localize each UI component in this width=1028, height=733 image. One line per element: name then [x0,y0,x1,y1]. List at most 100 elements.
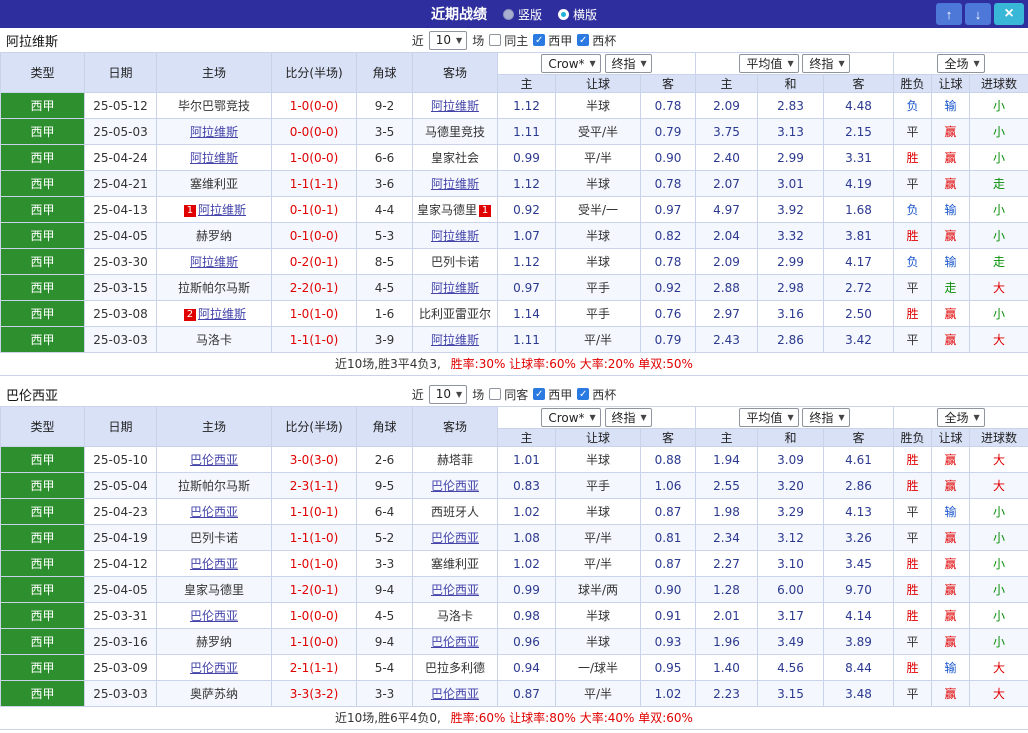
table-row: 西甲 25-04-21 塞维利亚 1-1(1-1) 3-6 阿拉维斯 1.12 半球 0.78 2… [0,170,1028,197]
home-team-link[interactable]: 阿拉维斯 [190,151,238,165]
chevron-down-icon: ▼ [456,35,463,45]
asia-away-odds-cell: 0.91 [640,602,696,629]
europe-home-odds-cell: 1.96 [695,628,758,655]
match-date-cell: 25-04-21 [84,170,157,197]
home-team-cell: 阿拉维斯 [156,248,272,275]
home-team-link: 拉斯帕尔马斯 [177,479,250,493]
close-button[interactable]: × [994,3,1024,25]
home-team-link[interactable]: 巴伦西亚 [190,453,238,467]
corner-count-cell: 3-3 [356,550,413,577]
away-team-link: 塞维利亚 [430,557,479,571]
home-team-link[interactable]: 巴伦西亚 [190,661,238,675]
match-result-cell: 平 [893,628,933,655]
home-team-link: 毕尔巴鄂竞技 [177,99,250,113]
bookmaker-select[interactable]: Crow* ▼ [541,408,601,428]
home-team-cell: 奥萨苏纳 [156,680,272,707]
home-team-link[interactable]: 阿拉维斯 [198,203,246,217]
filter-controls: 近 10 ▼ 场 同主 西甲 西杯 [412,30,616,50]
away-team-link[interactable]: 阿拉维斯 [431,333,479,347]
away-team-link[interactable]: 巴伦西亚 [431,479,479,493]
handicap-result-cell: 赢 [931,222,971,249]
europe-home-odds-cell: 1.28 [695,576,758,603]
home-team-link[interactable]: 巴伦西亚 [190,609,238,623]
asia-away-odds-cell: 0.76 [640,300,696,327]
checkbox-same-venue[interactable]: 同客 [489,386,528,403]
match-result-cell: 平 [893,170,933,197]
corner-count-cell: 3-3 [356,680,413,707]
checkbox-cup[interactable]: 西杯 [577,32,616,49]
away-team-link[interactable]: 巴伦西亚 [431,687,479,701]
europe-final-select[interactable]: 终指 ▼ [802,408,850,427]
checkbox-league[interactable]: 西甲 [533,32,572,49]
europe-home-odds-cell: 2.34 [695,524,758,551]
home-team-cell: 巴列卡诺 [156,524,272,551]
europe-draw-odds-cell: 2.83 [757,92,824,119]
radio-icon [558,8,569,20]
asia-home-odds-cell: 0.96 [497,628,556,655]
checkbox-cup[interactable]: 西杯 [577,386,616,403]
away-team-link[interactable]: 阿拉维斯 [431,99,479,113]
away-team-cell: 阿拉维斯 [412,326,498,353]
corner-count-cell: 3-5 [356,118,413,145]
asia-final-select[interactable]: 终指 ▼ [604,407,652,427]
europe-away-odds-cell: 3.42 [822,326,895,353]
table-row: 西甲 25-03-16 赫罗纳 1-1(0-0) 9-4 巴伦西亚 0.96 半球 0.93 1.… [0,628,1028,655]
corner-count-cell: 4-5 [356,274,413,301]
checkbox-label: 西杯 [592,33,617,48]
match-score-cell: 0-0(0-0) [271,118,357,145]
europe-home-odds-cell: 2.09 [695,248,758,275]
handicap-result-cell: 输 [931,196,971,223]
scope-select[interactable]: 全场 ▼ [937,408,985,427]
away-team-link[interactable]: 巴伦西亚 [431,635,479,649]
away-team-link: 马德里竞技 [424,125,485,139]
home-team-link[interactable]: 巴伦西亚 [190,557,238,571]
asia-final-value: 终指 [611,56,636,71]
goals-result-cell: 小 [969,498,1028,525]
checkbox-league[interactable]: 西甲 [533,386,572,403]
away-team-link[interactable]: 阿拉维斯 [431,177,479,191]
page-title: 近期战绩 [430,7,487,23]
down-arrow-icon: ↓ [974,6,982,22]
away-team-link[interactable]: 巴伦西亚 [431,531,479,545]
asia-handicap-cell: 半球 [555,602,641,629]
corner-count-cell: 8-5 [356,248,413,275]
match-result-cell: 胜 [893,144,933,171]
league-type-cell: 西甲 [0,92,85,119]
radio-vertical-layout[interactable]: 竖版 [502,6,542,23]
bookmaker-select[interactable]: Crow* ▼ [541,54,601,74]
col-asia-home: 主 [497,74,556,93]
games-label: 场 [472,387,485,402]
away-team-link[interactable]: 阿拉维斯 [431,229,479,243]
europe-final-select[interactable]: 终指 ▼ [802,54,850,73]
recent-count-select[interactable]: 10 ▼ [428,384,468,404]
europe-average-select[interactable]: 平均值 ▼ [739,408,799,427]
away-team-link[interactable]: 巴伦西亚 [431,583,479,597]
radio-horizontal-layout[interactable]: 横版 [558,6,597,23]
scroll-down-button[interactable]: ↓ [965,3,991,25]
match-result-cell: 胜 [893,446,933,473]
home-team-link[interactable]: 阿拉维斯 [190,125,238,139]
scope-select[interactable]: 全场 ▼ [937,54,985,73]
checkbox-same-venue[interactable]: 同主 [489,32,528,49]
col-type: 类型 [0,406,85,447]
goals-result-cell: 走 [969,248,1028,275]
handicap-result-cell: 赢 [931,550,971,577]
europe-draw-odds-cell: 3.20 [757,472,824,499]
home-team-link[interactable]: 巴伦西亚 [190,505,238,519]
europe-away-odds-cell: 2.50 [822,300,895,327]
chevron-down-icon: ▼ [589,59,596,69]
europe-home-odds-cell: 2.23 [695,680,758,707]
europe-draw-odds-cell: 2.86 [757,326,824,353]
home-team-link[interactable]: 阿拉维斯 [190,255,238,269]
scope-value: 全场 [944,411,969,425]
away-team-link[interactable]: 阿拉维斯 [431,281,479,295]
scroll-up-button[interactable]: ↑ [936,3,962,25]
table-row: 西甲 25-04-12 巴伦西亚 1-0(1-0) 3-3 塞维利亚 1.02 平/半 0.87… [0,550,1028,577]
checkbox-icon [489,34,502,46]
home-team-link[interactable]: 阿拉维斯 [198,307,246,321]
europe-home-odds-cell: 4.97 [695,196,758,223]
asia-final-select[interactable]: 终指 ▼ [604,53,652,73]
match-date-cell: 25-05-10 [84,446,157,473]
europe-average-select[interactable]: 平均值 ▼ [739,54,799,73]
recent-count-select[interactable]: 10 ▼ [428,30,468,50]
